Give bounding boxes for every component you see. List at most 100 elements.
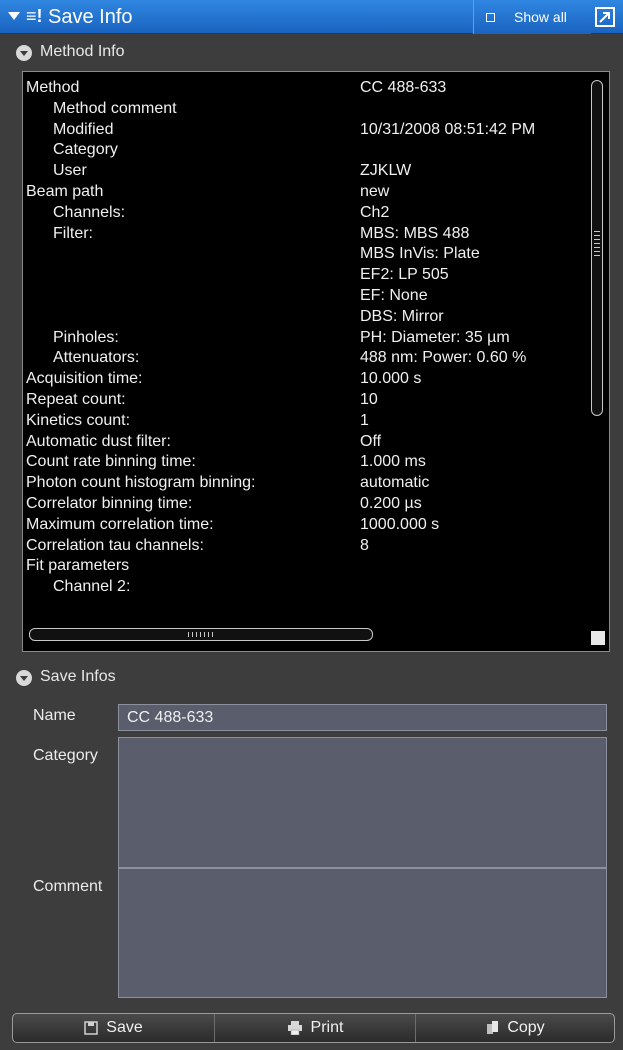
printer-icon: [287, 1021, 303, 1035]
method-info-value: 10/31/2008 08:51:42 PM: [360, 120, 536, 138]
method-info-value: new: [360, 182, 390, 200]
method-info-value: CC 488-633: [360, 79, 447, 96]
collapse-circle-icon[interactable]: [16, 45, 32, 61]
method-info-row: EF2: LP 505: [23, 265, 593, 286]
method-info-value: 1.000 ms: [360, 453, 426, 471]
method-info-value: MBS InVis: Plate: [360, 245, 480, 263]
method-info-row: Category: [23, 140, 593, 161]
method-info-key: Correlator binning time:: [26, 494, 193, 512]
print-button[interactable]: Print: [214, 1014, 415, 1042]
method-info-row: Photon count histogram binning: automatic: [23, 473, 593, 494]
method-info-list: Method CC 488-633 Method comment Modified 10…: [23, 78, 593, 598]
method-info-key: Maximum correlation time:: [26, 515, 214, 533]
name-label: Name: [33, 707, 76, 724]
save-infos-label: Save Infos: [40, 668, 116, 685]
category-textarea[interactable]: [118, 737, 607, 868]
method-info-value: 10: [360, 390, 378, 408]
method-info-value: EF2: LP 505: [360, 266, 449, 284]
list-icon: ≡!: [26, 6, 43, 26]
method-info-value: automatic: [360, 474, 430, 492]
scrollbar-grip-icon[interactable]: [188, 632, 216, 637]
method-info-row: Beam path new: [23, 182, 593, 203]
name-input[interactable]: [118, 704, 607, 731]
method-info-row: Count rate binning time: 1.000 ms: [23, 452, 593, 473]
method-info-key: Method: [26, 79, 80, 96]
method-info-key: Category: [53, 141, 118, 159]
method-info-row: Pinholes: PH: Diameter: 35 µm: [23, 328, 593, 349]
method-info-row: Automatic dust filter: Off: [23, 432, 593, 453]
print-button-label: Print: [310, 1019, 344, 1036]
method-info-row: Fit parameters: [23, 556, 593, 577]
method-info-key: Acquisition time:: [26, 370, 143, 388]
method-info-value: MBS: MBS 488: [360, 224, 470, 242]
comment-label: Comment: [33, 878, 103, 895]
method-info-header[interactable]: Method Info: [0, 41, 623, 65]
save-button-label: Save: [106, 1019, 143, 1036]
method-info-row: User ZJKLW: [23, 161, 593, 182]
category-label: Category: [33, 747, 98, 764]
method-info-row: Maximum correlation time: 1000.000 s: [23, 515, 593, 536]
show-all-toggle[interactable]: Show all: [473, 0, 591, 34]
collapse-arrow-icon[interactable]: [8, 12, 20, 20]
method-info-key: Count rate binning time:: [26, 453, 196, 471]
comment-textarea[interactable]: [118, 868, 607, 998]
method-info-row: Acquisition time: 10.000 s: [23, 369, 593, 390]
method-info-key: Photon count histogram binning:: [26, 474, 256, 492]
method-info-key: Modified: [53, 120, 114, 138]
method-info-key: Beam path: [26, 182, 104, 200]
method-info-key: Channels:: [53, 203, 126, 221]
method-info-value: 8: [360, 536, 369, 554]
method-info-key: Kinetics count:: [26, 411, 131, 429]
save-button[interactable]: Save: [13, 1014, 214, 1042]
method-info-key: Method comment: [53, 99, 177, 117]
method-info-row: MBS InVis: Plate: [23, 244, 593, 265]
panel-title: Save Info: [48, 6, 133, 28]
method-info-value: Ch2: [360, 203, 390, 221]
method-info-key: Repeat count:: [26, 390, 126, 408]
save-icon: [84, 1021, 99, 1035]
method-info-value: 10.000 s: [360, 370, 422, 388]
horizontal-scrollbar[interactable]: [29, 628, 373, 641]
method-info-row: Method comment: [23, 99, 593, 120]
method-info-value: 0.200 µs: [360, 494, 422, 512]
method-info-row: Correlation tau channels: 8: [23, 536, 593, 557]
method-info-value: 1: [360, 411, 369, 429]
method-info-row: Correlator binning time: 0.200 µs: [23, 494, 593, 515]
method-info-key: Channel 2:: [53, 578, 131, 596]
scrollbar-grip-icon[interactable]: [594, 231, 600, 259]
method-info-row: Attenuators: 488 nm: Power: 0.60 %: [23, 348, 593, 369]
method-info-key: User: [53, 162, 87, 180]
method-info-value: 1000.000 s: [360, 515, 440, 533]
method-info-value: Off: [360, 432, 382, 450]
method-info-row: Channels: Ch2: [23, 203, 593, 224]
collapse-circle-icon[interactable]: [16, 670, 32, 686]
method-info-value: EF: None: [360, 286, 428, 304]
method-info-key: Automatic dust filter:: [26, 432, 171, 450]
scroll-corner: [591, 631, 605, 645]
method-info-row: Method CC 488-633: [23, 78, 593, 99]
method-info-row: Modified 10/31/2008 08:51:42 PM: [23, 120, 593, 141]
method-info-value: DBS: Mirror: [360, 307, 444, 325]
method-info-row: Channel 2:: [23, 577, 593, 598]
method-info-panel: Method CC 488-633 Method comment Modified 10…: [22, 71, 610, 652]
copy-button[interactable]: Copy: [415, 1014, 614, 1042]
method-info-row: Filter: MBS: MBS 488: [23, 224, 593, 245]
save-infos-header[interactable]: Save Infos: [0, 666, 623, 690]
method-info-key: Filter:: [53, 224, 93, 242]
method-info-key: Correlation tau channels:: [26, 536, 204, 554]
method-info-row: Kinetics count: 1: [23, 411, 593, 432]
vertical-scrollbar[interactable]: [591, 80, 603, 416]
copy-button-label: Copy: [507, 1019, 545, 1036]
show-all-label: Show all: [514, 9, 567, 25]
method-info-value: ZJKLW: [360, 162, 412, 180]
method-info-key: Attenuators:: [53, 349, 140, 367]
method-info-label: Method Info: [40, 43, 125, 60]
method-info-key: Pinholes:: [53, 328, 119, 346]
method-info-row: EF: None: [23, 286, 593, 307]
checkbox-icon[interactable]: [486, 13, 495, 22]
undock-icon[interactable]: [594, 6, 616, 28]
panel-title-bar: ≡! Save Info Show all: [0, 0, 623, 34]
action-button-bar: Save Print Copy: [12, 1013, 615, 1043]
copy-icon: [487, 1021, 499, 1035]
method-info-key: Fit parameters: [26, 557, 130, 575]
